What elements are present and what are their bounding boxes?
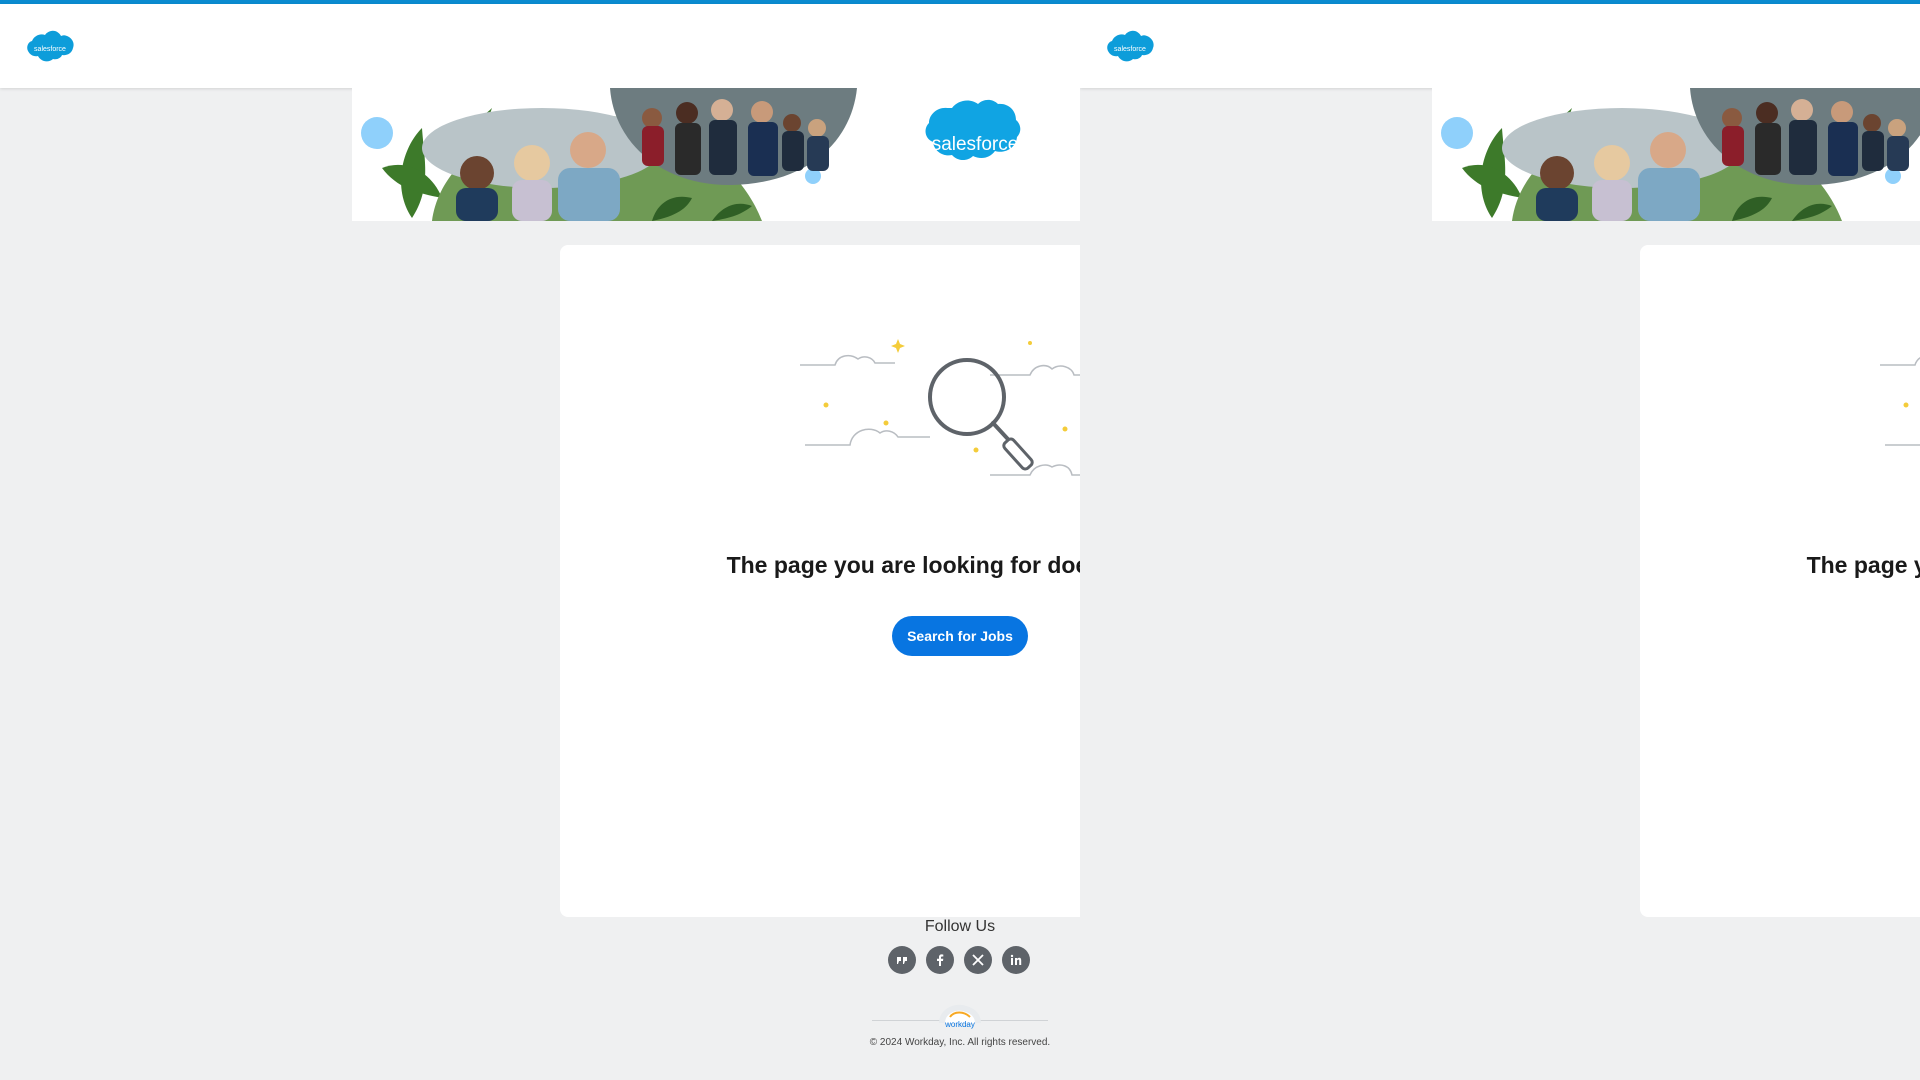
not-found-message: The page you are looking for doesn't exi…: [726, 552, 1080, 578]
blog-icon[interactable]: [888, 946, 916, 974]
render-panel-left: salesforce salesforce The page you are l…: [0, 0, 1080, 1080]
x-icon[interactable]: [964, 946, 992, 974]
logo-text: salesforce: [1114, 46, 1146, 53]
footer-divider-left: [872, 1020, 942, 1021]
not-found-message: The page you are looking for doesn't exi…: [1806, 552, 1920, 578]
footer-divider-right: [978, 1020, 1048, 1021]
facebook-icon[interactable]: [926, 946, 954, 974]
hero-banner: salesforce: [352, 88, 1080, 221]
site-header: salesforce: [1080, 4, 1920, 88]
banner-logo-text: salesforce: [932, 134, 1019, 155]
search-for-jobs-button[interactable]: Search for Jobs: [892, 616, 1028, 656]
workday-logo[interactable]: workday: [936, 1003, 984, 1033]
career-page: salesforce: [1080, 0, 1920, 1080]
magnifying-glass-icon: [1870, 325, 1920, 495]
linkedin-icon[interactable]: [1002, 946, 1030, 974]
error-card: The page you are looking for doesn't exi…: [1640, 245, 1920, 917]
error-card: The page you are looking for doesn't exi…: [560, 245, 1080, 917]
copyright-text: © 2024 Workday, Inc. All rights reserved…: [1890, 1037, 1920, 1048]
workday-logo-text: workday: [944, 1020, 975, 1029]
salesforce-logo[interactable]: salesforce: [22, 28, 78, 68]
follow-us-label: Follow Us: [924, 918, 996, 935]
magnifying-glass-icon: [790, 325, 1080, 495]
hero-banner: salesforce: [1432, 88, 1920, 221]
render-panel-right: salesforce The page: [1080, 0, 1920, 1080]
career-page: salesforce: [0, 0, 1080, 1080]
social-links: [888, 946, 1032, 974]
logo-text: salesforce: [34, 46, 66, 53]
site-header: salesforce: [0, 4, 1080, 88]
copyright-text: © 2024 Workday, Inc. All rights reserved…: [869, 1037, 1051, 1048]
salesforce-logo[interactable]: salesforce: [1102, 28, 1158, 68]
